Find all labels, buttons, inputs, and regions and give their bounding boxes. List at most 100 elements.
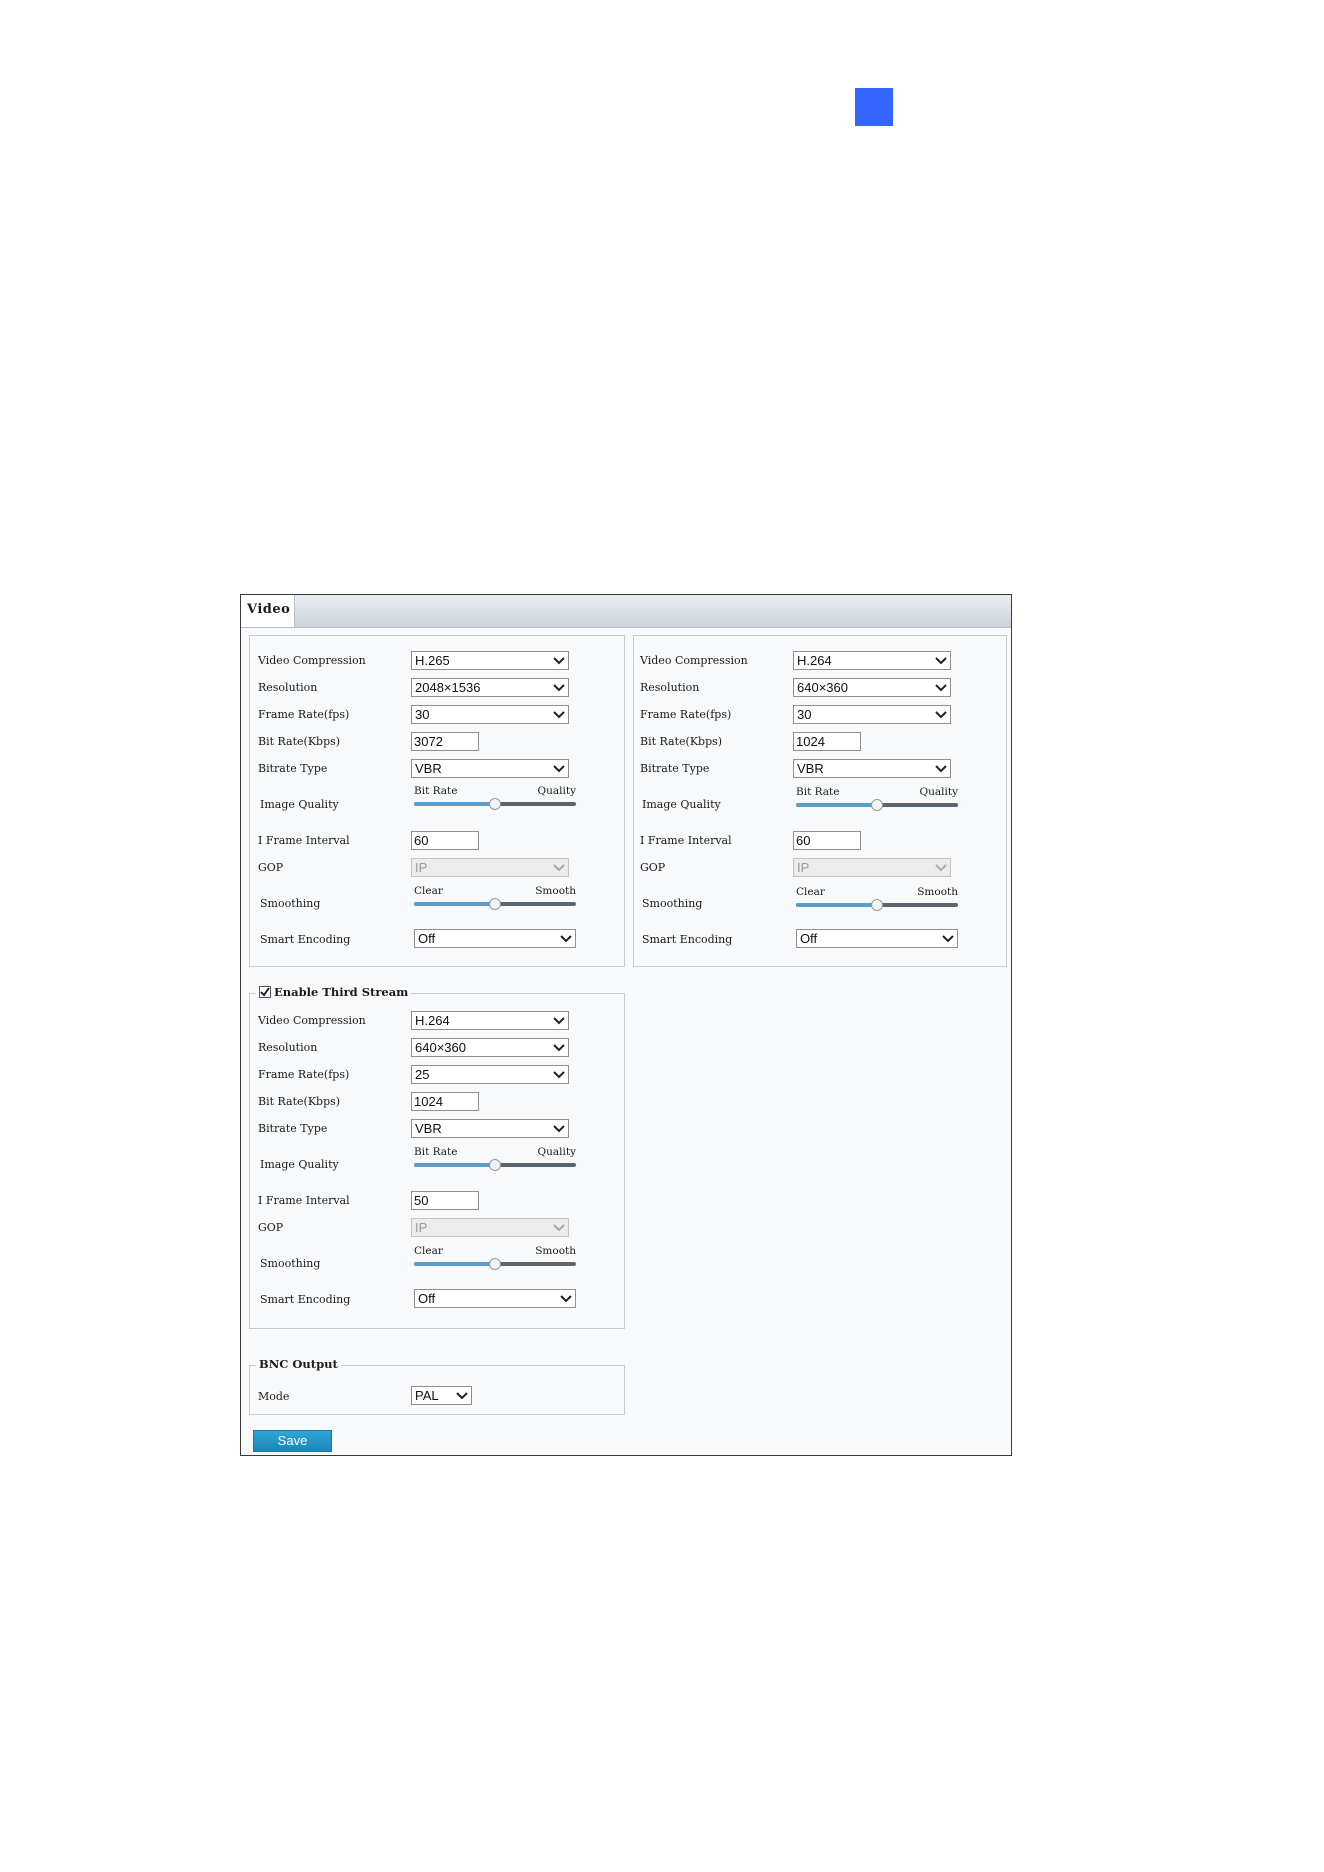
bit-rate-input[interactable]: 1024 xyxy=(793,732,861,751)
smoothing-label: Smoothing xyxy=(260,897,321,910)
chevron-down-icon xyxy=(935,657,947,665)
slider-thumb[interactable] xyxy=(489,898,501,910)
bitrate-type-select[interactable]: VBR xyxy=(411,1119,569,1138)
gop-label: GOP xyxy=(258,861,284,874)
chevron-down-icon xyxy=(553,1044,565,1052)
frame-rate-label: Frame Rate(fps) xyxy=(258,708,350,721)
slider-left-label: Bit Rate xyxy=(414,785,458,797)
slider-thumb[interactable] xyxy=(489,1159,501,1171)
video-compression-label: Video Compression xyxy=(258,654,366,667)
slider-left-label: Clear xyxy=(796,886,825,898)
main-stream-panel: Video Compression H.265 Resolution 2048×… xyxy=(249,635,625,967)
slider-fill xyxy=(796,803,877,807)
smart-encoding-label: Smart Encoding xyxy=(260,1293,351,1306)
bit-rate-input[interactable]: 1024 xyxy=(411,1092,479,1111)
smart-encoding-select[interactable]: Off xyxy=(414,1289,576,1308)
i-frame-interval-input[interactable]: 60 xyxy=(793,831,861,850)
slider-thumb[interactable] xyxy=(871,899,883,911)
slider-right-label: Quality xyxy=(537,785,577,797)
frame-rate-select[interactable]: 30 xyxy=(793,705,951,724)
slider-thumb[interactable] xyxy=(871,799,883,811)
chevron-down-icon xyxy=(553,1071,565,1079)
smart-encoding-label: Smart Encoding xyxy=(260,933,351,946)
tab-bar: Video xyxy=(241,595,1011,628)
chevron-down-icon xyxy=(935,765,947,773)
enable-third-stream-legend: Enable Third Stream xyxy=(256,985,412,999)
resolution-label: Resolution xyxy=(258,681,318,694)
smoothing-label: Smoothing xyxy=(642,897,703,910)
video-compression-select[interactable]: H.264 xyxy=(793,651,951,670)
tab-video[interactable]: Video xyxy=(241,595,295,627)
chevron-down-icon xyxy=(935,711,947,719)
bit-rate-label: Bit Rate(Kbps) xyxy=(258,1095,341,1108)
slider-thumb[interactable] xyxy=(489,798,501,810)
chevron-down-icon xyxy=(560,935,572,943)
bitrate-type-select[interactable]: VBR xyxy=(793,759,951,778)
sub-stream-panel: Video Compression H.264 Resolution 640×3… xyxy=(633,635,1007,967)
slider-right-label: Smooth xyxy=(535,885,576,897)
bit-rate-label: Bit Rate(Kbps) xyxy=(258,735,341,748)
chevron-down-icon xyxy=(553,1125,565,1133)
checkmark-icon xyxy=(260,987,270,997)
mode-label: Mode xyxy=(258,1390,290,1403)
gop-label: GOP xyxy=(258,1221,284,1234)
smart-encoding-select[interactable]: Off xyxy=(796,929,958,948)
i-frame-interval-label: I Frame Interval xyxy=(258,1194,350,1207)
frame-rate-select[interactable]: 25 xyxy=(411,1065,569,1084)
image-quality-label: Image Quality xyxy=(260,1158,339,1171)
bitrate-type-select[interactable]: VBR xyxy=(411,759,569,778)
chevron-down-icon xyxy=(553,711,565,719)
bitrate-type-label: Bitrate Type xyxy=(640,762,710,775)
i-frame-interval-input[interactable]: 60 xyxy=(411,831,479,850)
slider-fill xyxy=(414,802,495,806)
resolution-label: Resolution xyxy=(258,1041,318,1054)
slider-fill xyxy=(414,1163,495,1167)
chevron-down-icon xyxy=(456,1392,468,1400)
i-frame-interval-label: I Frame Interval xyxy=(258,834,350,847)
smart-encoding-select[interactable]: Off xyxy=(414,929,576,948)
slider-left-label: Clear xyxy=(414,885,443,897)
enable-third-stream-label: Enable Third Stream xyxy=(274,985,409,999)
chevron-down-icon xyxy=(560,1295,572,1303)
page-marker xyxy=(855,88,893,126)
image-quality-slider[interactable]: Bit Rate Quality xyxy=(414,785,577,810)
bnc-output-panel: BNC Output Mode PAL xyxy=(249,1357,625,1415)
save-button[interactable]: Save xyxy=(253,1430,332,1452)
enable-third-stream-checkbox[interactable] xyxy=(259,986,271,998)
smoothing-slider[interactable]: Clear Smooth xyxy=(796,886,958,911)
smoothing-slider[interactable]: Clear Smooth xyxy=(414,1245,576,1270)
resolution-select[interactable]: 2048×1536 xyxy=(411,678,569,697)
gop-select: IP xyxy=(411,858,569,877)
i-frame-interval-label: I Frame Interval xyxy=(640,834,732,847)
slider-right-label: Quality xyxy=(919,786,959,798)
slider-fill xyxy=(414,1262,495,1266)
chevron-down-icon xyxy=(553,1017,565,1025)
resolution-select[interactable]: 640×360 xyxy=(411,1038,569,1057)
video-compression-select[interactable]: H.264 xyxy=(411,1011,569,1030)
slider-fill xyxy=(796,903,877,907)
slider-left-label: Bit Rate xyxy=(414,1146,458,1158)
slider-thumb[interactable] xyxy=(489,1258,501,1270)
chevron-down-icon xyxy=(553,657,565,665)
chevron-down-icon xyxy=(553,1224,565,1232)
slider-left-label: Bit Rate xyxy=(796,786,840,798)
image-quality-label: Image Quality xyxy=(642,798,721,811)
bnc-mode-select[interactable]: PAL xyxy=(411,1386,472,1405)
chevron-down-icon xyxy=(553,765,565,773)
bitrate-type-label: Bitrate Type xyxy=(258,1122,328,1135)
smoothing-slider[interactable]: Clear Smooth xyxy=(414,885,576,910)
smoothing-label: Smoothing xyxy=(260,1257,321,1270)
resolution-select[interactable]: 640×360 xyxy=(793,678,951,697)
video-compression-select[interactable]: H.265 xyxy=(411,651,569,670)
image-quality-slider[interactable]: Bit Rate Quality xyxy=(414,1146,576,1171)
image-quality-slider[interactable]: Bit Rate Quality xyxy=(796,786,959,811)
slider-fill xyxy=(414,902,495,906)
chevron-down-icon xyxy=(553,684,565,692)
chevron-down-icon xyxy=(942,935,954,943)
bit-rate-input[interactable]: 3072 xyxy=(411,732,479,751)
video-compression-label: Video Compression xyxy=(640,654,748,667)
video-settings-window: Video Video Compression H.265 Resolution… xyxy=(240,594,1012,1456)
gop-select: IP xyxy=(411,1218,569,1237)
frame-rate-select[interactable]: 30 xyxy=(411,705,569,724)
i-frame-interval-input[interactable]: 50 xyxy=(411,1191,479,1210)
